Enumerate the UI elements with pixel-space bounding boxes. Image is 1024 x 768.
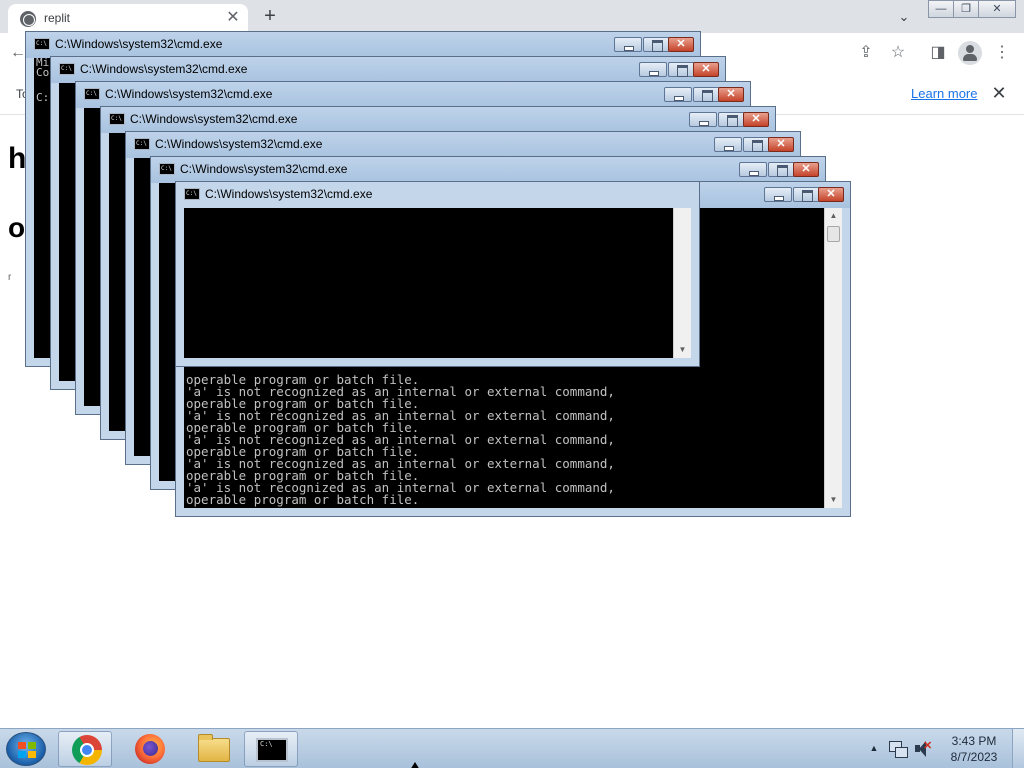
cmd-minimize-button[interactable] (614, 37, 642, 52)
globe-icon (20, 11, 36, 27)
start-button[interactable] (6, 732, 46, 766)
cmd-titlebar[interactable]: C:\ C:\Windows\system32\cmd.exe (101, 107, 775, 133)
cmd-minimize-button[interactable] (664, 87, 692, 102)
console-line: operable program or batch file. (186, 492, 420, 507)
clock-date: 8/7/2023 (950, 750, 998, 764)
desktop-root: replit ✕ + ⌄ — ❐ ✕ ← ⇪ ☆ ◨ ⋮ To Learn mo… (0, 0, 1024, 768)
cmd-close-button[interactable] (718, 87, 744, 102)
cmd-maximize-button[interactable] (718, 112, 745, 127)
profile-avatar-icon[interactable] (958, 41, 982, 65)
cmd-maximize-button[interactable] (643, 37, 670, 52)
cmd-close-button[interactable] (768, 137, 794, 152)
command-prompt-icon: C:\ (256, 738, 288, 762)
page-subheading: o (8, 212, 26, 243)
cmd-titlebar[interactable]: C:\ C:\Windows\system32\cmd.exe (151, 157, 825, 183)
scroll-down-arrow-icon[interactable]: ▼ (825, 492, 842, 508)
tab-search-chevron-icon[interactable]: ⌄ (893, 6, 915, 28)
page-small-text: r (8, 272, 12, 283)
cmd-minimize-button[interactable] (739, 162, 767, 177)
folder-icon (198, 734, 230, 762)
taskbar-chrome-button[interactable] (58, 731, 112, 767)
scroll-up-arrow-icon[interactable]: ▲ (825, 208, 842, 224)
cmd-app-icon: C:\ (84, 88, 100, 100)
cmd-window-title: C:\Windows\system32\cmd.exe (80, 62, 248, 76)
clock-time: 3:43 PM (951, 734, 997, 748)
cmd-window-title: C:\Windows\system32\cmd.exe (55, 37, 223, 51)
tab-close-icon[interactable]: ✕ (224, 9, 242, 27)
cmd-window-title: C:\Windows\system32\cmd.exe (205, 187, 373, 201)
browser-tab[interactable]: replit ✕ (8, 4, 248, 33)
firefox-icon (135, 734, 165, 764)
cmd-app-icon: C:\ (159, 163, 175, 175)
infobar-close-icon[interactable]: ✕ (988, 82, 1010, 104)
taskbar-explorer-button[interactable] (186, 731, 240, 767)
cmd-window-title: C:\Windows\system32\cmd.exe (180, 162, 348, 176)
cmd-maximize-button[interactable] (768, 162, 795, 177)
new-tab-button[interactable]: + (258, 5, 282, 29)
cmd-scrollbar[interactable]: ▲ ▼ (824, 208, 842, 508)
cmd-titlebar[interactable]: C:\ C:\Windows\system32\cmd.exe (176, 182, 699, 208)
cmd-close-button[interactable] (743, 112, 769, 127)
cmd-maximize-button[interactable] (743, 137, 770, 152)
show-desktop-button[interactable] (1012, 729, 1024, 768)
tab-title: replit (44, 11, 71, 25)
mute-mark-icon: ✕ (923, 740, 933, 752)
cmd-app-icon: C:\ (109, 113, 125, 125)
taskbar-firefox-button[interactable] (122, 731, 176, 767)
cmd-maximize-button[interactable] (668, 62, 695, 77)
cmd-minimize-button[interactable] (714, 137, 742, 152)
cmd-app-icon: C:\ (134, 138, 150, 150)
cmd-app-icon: C:\ (184, 188, 200, 200)
cmd-window-title: C:\Windows\system32\cmd.exe (155, 137, 323, 151)
console-output: operable program or batch file. 'a' is n… (186, 373, 824, 507)
side-panel-icon[interactable]: ◨ (926, 41, 950, 65)
cmd-scrollbar[interactable]: ▼ (673, 208, 691, 358)
cmd-window-title: C:\Windows\system32\cmd.exe (105, 87, 273, 101)
cmd-titlebar[interactable]: C:\ C:\Windows\system32\cmd.exe (126, 132, 800, 158)
console-line: Co (36, 66, 50, 79)
cmd-minimize-button[interactable] (689, 112, 717, 127)
window-restore-button[interactable]: ❐ (953, 0, 979, 18)
cmd-minimize-button[interactable] (764, 187, 792, 202)
chrome-icon (72, 735, 102, 765)
cmd-app-icon: C:\ (34, 38, 50, 50)
cmd-maximize-button[interactable] (793, 187, 820, 202)
cmd-close-button[interactable] (818, 187, 844, 202)
window-close-button[interactable]: ✕ (978, 0, 1016, 18)
cmd-maximize-button[interactable] (693, 87, 720, 102)
learn-more-link[interactable]: Learn more (911, 86, 977, 101)
show-hidden-icons-icon[interactable]: ▲ (868, 741, 880, 755)
scroll-down-arrow-icon[interactable]: ▼ (674, 342, 691, 358)
page-heading: h (8, 142, 27, 175)
kebab-menu-icon[interactable]: ⋮ (990, 41, 1014, 65)
cmd-window-front[interactable]: C:\ C:\Windows\system32\cmd.exe ▼ (175, 181, 700, 367)
window-minimize-button[interactable]: — (928, 0, 954, 18)
browser-tabstrip: replit ✕ + ⌄ — ❐ ✕ (0, 0, 1024, 33)
cmd-app-icon: C:\ (59, 63, 75, 75)
cmd-minimize-button[interactable] (639, 62, 667, 77)
bookmark-star-icon[interactable]: ☆ (886, 41, 910, 65)
taskbar-cmd-button[interactable]: C:\ (244, 731, 298, 767)
scroll-thumb[interactable] (827, 226, 840, 242)
cmd-titlebar[interactable]: C:\ C:\Windows\system32\cmd.exe (76, 82, 750, 108)
cmd-titlebar[interactable]: C:\ C:\Windows\system32\cmd.exe (51, 57, 725, 83)
taskbar: C:\ ▲ ✕ 3:43 PM 8/7/2023 (0, 728, 1024, 768)
cmd-window-title: C:\Windows\system32\cmd.exe (130, 112, 298, 126)
mouse-cursor-icon (410, 762, 420, 768)
cmd-close-button[interactable] (793, 162, 819, 177)
system-clock[interactable]: 3:43 PM 8/7/2023 (940, 733, 1008, 765)
cmd-close-button[interactable] (693, 62, 719, 77)
cmd-close-button[interactable] (668, 37, 694, 52)
network-icon[interactable] (889, 740, 908, 758)
share-icon[interactable]: ⇪ (854, 41, 878, 65)
cmd-console[interactable] (184, 208, 675, 358)
cmd-titlebar[interactable]: C:\ C:\Windows\system32\cmd.exe (26, 32, 700, 58)
